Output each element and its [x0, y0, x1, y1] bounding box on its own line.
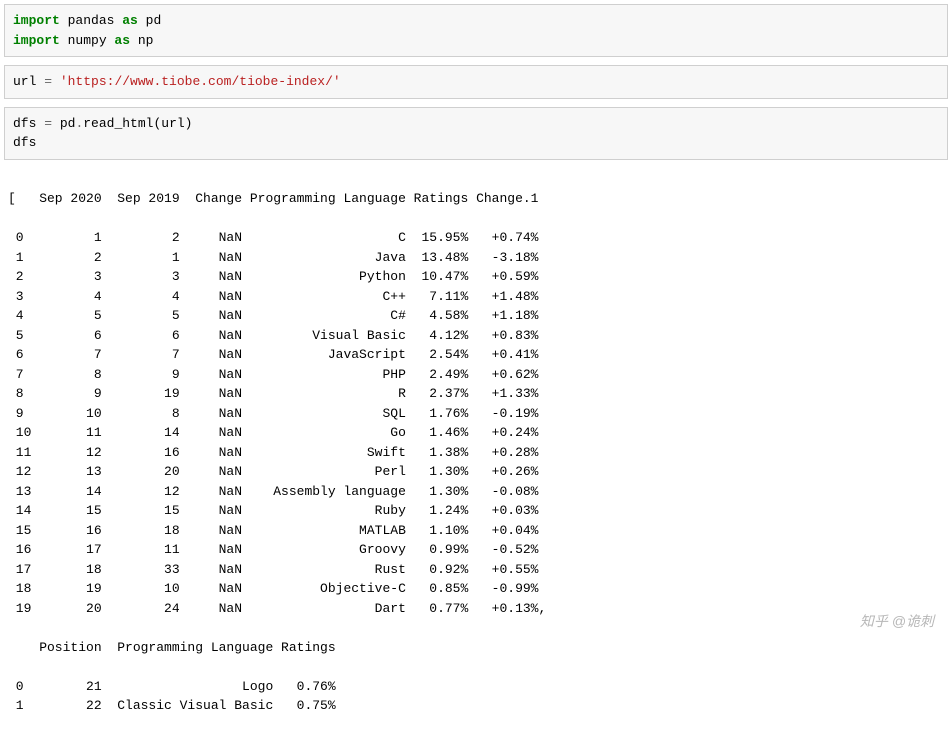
table-row: 8 9 19 NaN R 2.37% +1.33% [8, 384, 944, 404]
table-row: 17 18 33 NaN Rust 0.92% +0.55% [8, 560, 944, 580]
keyword-as: as [122, 13, 138, 28]
table-row: 0 1 2 NaN C 15.95% +0.74% [8, 228, 944, 248]
table-row: 1 2 1 NaN Java 13.48% -3.18% [8, 248, 944, 268]
table-row: 9 10 8 NaN SQL 1.76% -0.19% [8, 404, 944, 424]
code-cell-3: dfs = pd.read_html(url) dfs [4, 107, 948, 160]
keyword-import: import [13, 13, 60, 28]
output-rows-2: 0 21 Logo 0.76% 1 22 Classic Visual Basi… [8, 677, 944, 716]
output-area: [ Sep 2020 Sep 2019 Change Programming L… [0, 168, 952, 737]
table-row: 0 21 Logo 0.76% [8, 677, 944, 697]
keyword-as: as [114, 33, 130, 48]
table-row: 11 12 16 NaN Swift 1.38% +0.28% [8, 443, 944, 463]
obj-pd: pd [52, 116, 75, 131]
output-header-2: Position Programming Language Ratings [8, 638, 944, 658]
table-row: 5 6 6 NaN Visual Basic 4.12% +0.83% [8, 326, 944, 346]
op-assign: = [44, 74, 52, 89]
table-row: 10 11 14 NaN Go 1.46% +0.24% [8, 423, 944, 443]
alias-np: np [130, 33, 153, 48]
table-row: 18 19 10 NaN Objective-C 0.85% -0.99% [8, 579, 944, 599]
expr-dfs: dfs [13, 135, 36, 150]
code-cell-1: import pandas as pd import numpy as np [4, 4, 948, 57]
table-row: 1 22 Classic Visual Basic 0.75% [8, 696, 944, 716]
module-numpy: numpy [60, 33, 115, 48]
table-row: 3 4 4 NaN C++ 7.11% +1.48% [8, 287, 944, 307]
var-dfs: dfs [13, 116, 44, 131]
table-row: 6 7 7 NaN JavaScript 2.54% +0.41% [8, 345, 944, 365]
op-assign: = [44, 116, 52, 131]
table-row: 15 16 18 NaN MATLAB 1.10% +0.04% [8, 521, 944, 541]
table-row: 13 14 12 NaN Assembly language 1.30% -0.… [8, 482, 944, 502]
table-row: 7 8 9 NaN PHP 2.49% +0.62% [8, 365, 944, 385]
module-pandas: pandas [60, 13, 122, 28]
table-row: 14 15 15 NaN Ruby 1.24% +0.03% [8, 501, 944, 521]
output-rows: 0 1 2 NaN C 15.95% +0.74% 1 2 1 NaN Java… [8, 228, 944, 618]
table-row: 16 17 11 NaN Groovy 0.99% -0.52% [8, 540, 944, 560]
keyword-import: import [13, 33, 60, 48]
alias-pd: pd [138, 13, 161, 28]
string-url: 'https://www.tiobe.com/tiobe-index/' [52, 74, 341, 89]
table-row: 4 5 5 NaN C# 4.58% +1.18% [8, 306, 944, 326]
var-url: url [13, 74, 44, 89]
arg-url: (url) [153, 116, 192, 131]
fn-read-html: read_html [83, 116, 153, 131]
table-row: 19 20 24 NaN Dart 0.77% +0.13%, [8, 599, 944, 619]
table-row: 12 13 20 NaN Perl 1.30% +0.26% [8, 462, 944, 482]
table-row: 2 3 3 NaN Python 10.47% +0.59% [8, 267, 944, 287]
code-cell-2: url = 'https://www.tiobe.com/tiobe-index… [4, 65, 948, 99]
output-header: [ Sep 2020 Sep 2019 Change Programming L… [8, 189, 944, 209]
